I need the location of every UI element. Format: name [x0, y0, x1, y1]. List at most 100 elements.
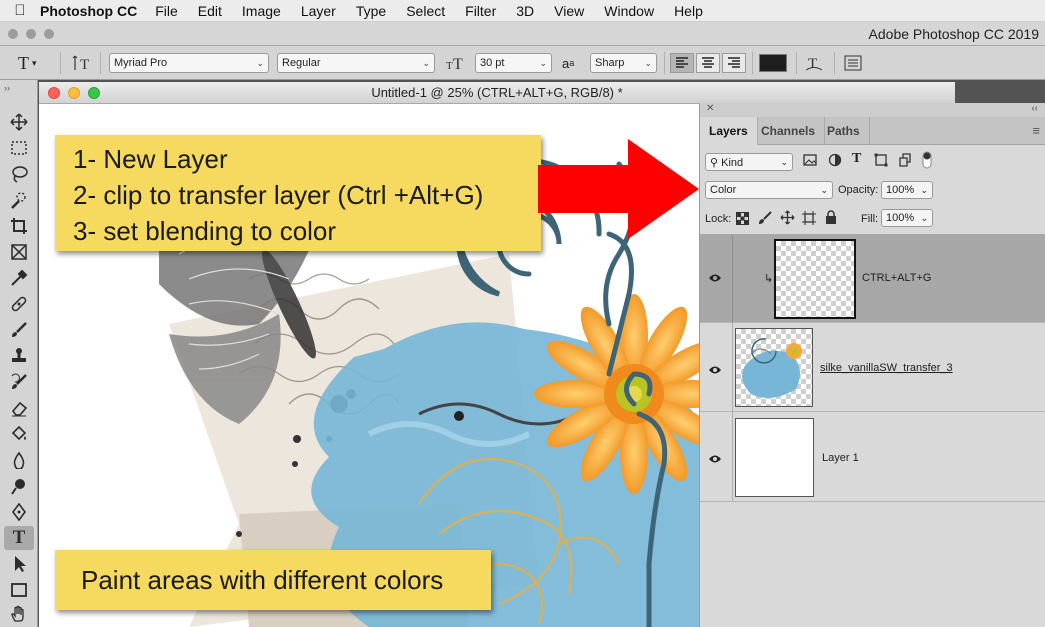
panel-grip-icon[interactable]: ›› [4, 83, 10, 93]
anti-alias-dropdown[interactable]: Sharp ⌄ [590, 53, 657, 73]
align-center-button[interactable] [696, 53, 720, 73]
eraser-tool-icon[interactable] [4, 396, 34, 420]
type-tool-icon[interactable]: T [4, 526, 34, 550]
quick-selection-tool-icon[interactable] [4, 188, 34, 212]
font-size-value: 30 pt [480, 57, 505, 69]
chevron-down-icon: ⌄ [920, 212, 928, 223]
filter-type-icon[interactable]: T [852, 151, 861, 167]
history-brush-tool-icon[interactable] [4, 370, 34, 394]
svg-text:T: T [453, 56, 463, 72]
red-arrow-icon [538, 139, 699, 239]
menu-file[interactable]: File [155, 3, 178, 19]
font-size-input[interactable]: 30 pt ⌄ [475, 53, 552, 73]
panel-menu-icon[interactable]: ≡ [1032, 123, 1040, 138]
collapse-panel-icon[interactable]: ‹‹ [1031, 103, 1038, 114]
minimize-window-button[interactable] [26, 29, 36, 39]
fill-input[interactable]: 100% ⌄ [881, 209, 933, 227]
menu-3d[interactable]: 3D [516, 3, 534, 19]
font-style-dropdown[interactable]: Regular ⌄ [277, 53, 435, 73]
layer-row[interactable]: ↳ CTRL+ALT+G [700, 235, 1045, 323]
lock-transparent-icon[interactable] [736, 212, 749, 228]
frame-tool-icon[interactable] [4, 240, 34, 264]
layer-row[interactable]: Layer 1 [700, 412, 1045, 502]
menu-filter[interactable]: Filter [465, 3, 496, 19]
visibility-eye-icon[interactable] [708, 452, 722, 467]
eyedropper-tool-icon[interactable] [4, 266, 34, 290]
filter-smart-object-icon[interactable] [898, 153, 912, 170]
chevron-down-icon: ⌄ [920, 184, 928, 195]
blur-tool-icon[interactable] [4, 448, 34, 472]
menu-type[interactable]: Type [356, 3, 386, 19]
menu-layer[interactable]: Layer [301, 3, 336, 19]
menu-select[interactable]: Select [406, 3, 445, 19]
rectangle-tool-icon[interactable] [4, 578, 34, 602]
zoom-window-button[interactable] [44, 29, 54, 39]
visibility-eye-icon[interactable] [708, 363, 722, 378]
filter-pixel-icon[interactable] [803, 153, 817, 170]
warp-text-icon[interactable]: T [804, 53, 824, 73]
app-title: Adobe Photoshop CC 2019 [868, 26, 1039, 42]
tab-channels[interactable]: Channels [752, 117, 826, 145]
pen-tool-icon[interactable] [4, 500, 34, 524]
apple-icon[interactable]:  [0, 2, 40, 19]
close-panel-icon[interactable]: ✕ [706, 103, 714, 114]
filter-adjustment-icon[interactable] [828, 153, 842, 170]
anti-alias-value: Sharp [595, 57, 625, 69]
layer-name: CTRL+ALT+G [862, 272, 932, 284]
lock-row: Lock: Fill: 100% ⌄ [700, 206, 1045, 234]
paint-instruction-text: Paint areas with different colors [81, 565, 444, 595]
lock-artboard-icon[interactable] [802, 211, 816, 228]
paint-bucket-tool-icon[interactable] [4, 422, 34, 446]
align-right-icon [728, 57, 740, 68]
visibility-eye-icon[interactable] [708, 271, 722, 286]
path-selection-tool-icon[interactable] [4, 552, 34, 576]
filter-shape-icon[interactable] [874, 153, 888, 170]
menu-window[interactable]: Window [604, 3, 654, 19]
tab-paths[interactable]: Paths [818, 117, 870, 145]
hand-tool-icon[interactable] [4, 602, 34, 626]
align-right-button[interactable] [722, 53, 746, 73]
lock-pixels-icon[interactable] [758, 211, 772, 228]
layer-row[interactable]: silke_vanillaSW_transfer_3 [700, 323, 1045, 412]
lock-all-icon[interactable] [825, 210, 837, 228]
opacity-input[interactable]: 100% ⌄ [881, 181, 933, 199]
lasso-tool-icon[interactable] [4, 162, 34, 186]
layers-panel: ✕ ‹‹ Layers Channels Paths ≡ ⚲ Kind ⌄ T … [699, 103, 1045, 627]
clone-stamp-tool-icon[interactable] [4, 344, 34, 368]
chevron-down-icon: ⌄ [820, 184, 828, 195]
blend-mode-dropdown[interactable]: Color ⌄ [705, 181, 833, 199]
align-left-icon [676, 57, 688, 68]
healing-brush-tool-icon[interactable] [4, 292, 34, 316]
marquee-tool-icon[interactable] [4, 136, 34, 160]
lock-position-icon[interactable] [780, 210, 795, 228]
menu-view[interactable]: View [554, 3, 584, 19]
blend-row: Color ⌄ Opacity: 100% ⌄ [700, 178, 1045, 206]
text-color-swatch[interactable] [759, 54, 787, 72]
app-menu[interactable]: Photoshop CC [40, 3, 137, 19]
menu-help[interactable]: Help [674, 3, 703, 19]
type-tool-preset-icon[interactable]: T ▾ [18, 53, 37, 73]
document-minimize-button[interactable] [68, 87, 80, 99]
menu-image[interactable]: Image [242, 3, 281, 19]
menu-edit[interactable]: Edit [198, 3, 222, 19]
filter-toggle[interactable] [922, 151, 932, 172]
document-close-button[interactable] [48, 87, 60, 99]
character-panel-icon[interactable] [843, 53, 863, 73]
options-bar: T ▾ T Myriad Pro ⌄ Regular ⌄ TT 30 pt ⌄ aa S… [0, 46, 1045, 80]
font-family-dropdown[interactable]: Myriad Pro ⌄ [109, 53, 269, 73]
crop-tool-icon[interactable] [4, 214, 34, 238]
tab-layers[interactable]: Layers [700, 117, 758, 145]
move-tool-icon[interactable] [4, 110, 34, 134]
align-left-button[interactable] [670, 53, 694, 73]
close-window-button[interactable] [8, 29, 18, 39]
app-title-bar: Adobe Photoshop CC 2019 [0, 22, 1045, 46]
paint-callout: Paint areas with different colors [55, 550, 491, 610]
document-zoom-button[interactable] [88, 87, 100, 99]
menu-bar:  Photoshop CC File Edit Image Layer Typ… [0, 0, 1045, 22]
fill-label: Fill: [861, 213, 879, 225]
text-orientation-icon[interactable]: T [72, 53, 92, 73]
dodge-tool-icon[interactable] [4, 474, 34, 498]
filter-kind-dropdown[interactable]: ⚲ Kind ⌄ [705, 153, 793, 171]
tools-panel: ›› T [0, 80, 38, 627]
brush-tool-icon[interactable] [4, 318, 34, 342]
